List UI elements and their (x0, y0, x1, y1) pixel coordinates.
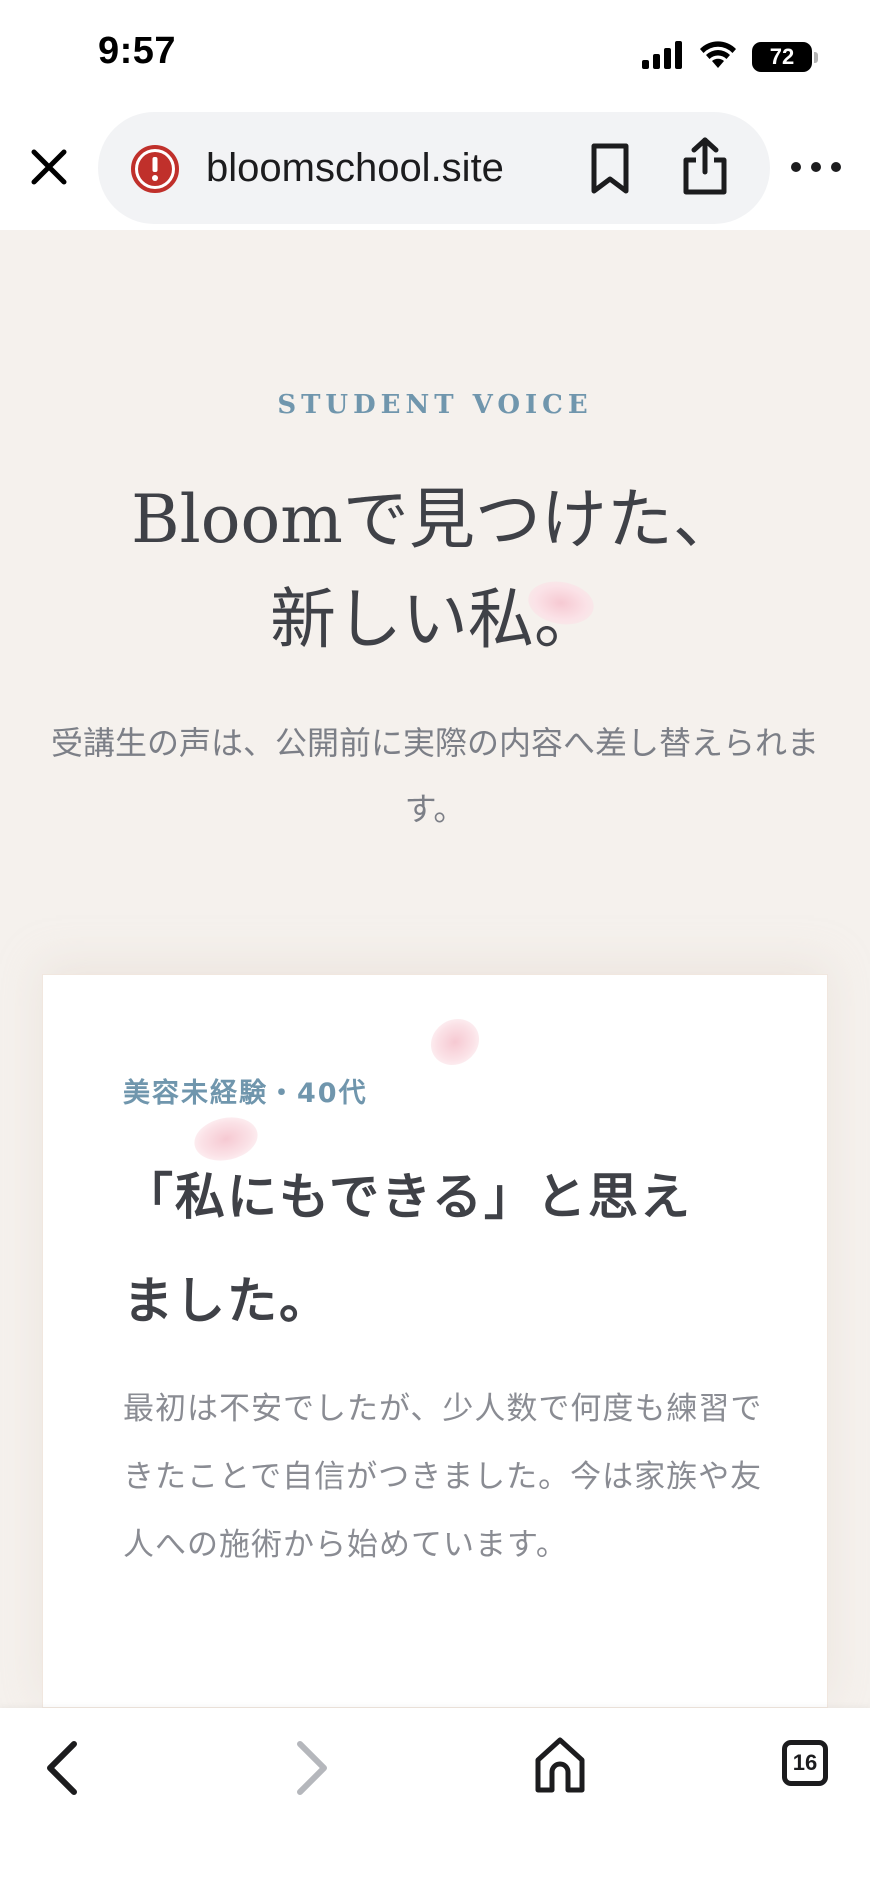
wifi-icon (698, 40, 738, 74)
testimonial-title-line1: 「私にもできる」と思え (123, 1167, 692, 1226)
cellular-signal-icon (642, 41, 684, 73)
close-button[interactable] (24, 142, 74, 192)
url-text: bloomschool.site (206, 146, 504, 190)
status-time: 9:57 (98, 30, 177, 72)
testimonial-body: 最初は不安でしたが、少人数で何度も練習できたことで自信がつきました。今は家族や友… (123, 1391, 763, 1563)
tabs-icon: 16 (782, 1740, 828, 1786)
share-button[interactable] (680, 136, 730, 196)
testimonial-label: 美容未経験・40代 (123, 1078, 368, 1109)
home-icon (535, 1737, 585, 1793)
forward-icon (297, 1741, 327, 1795)
web-page: STUDENT VOICE Bloomで見つけた、 新しい私。 受講生の声は、公… (0, 230, 870, 1708)
bottom-toolbar: 16 (0, 1708, 870, 1882)
testimonial-title-line2: ました。 (123, 1271, 331, 1330)
testimonial-card: 美容未経験・40代 「私にもできる」と思え ました。 最初は不安でしたが、少人数… (42, 974, 828, 1708)
forward-button[interactable] (286, 1732, 336, 1802)
back-button[interactable] (38, 1732, 88, 1802)
bookmark-button[interactable] (588, 142, 632, 196)
address-bar[interactable]: bloomschool.site (98, 112, 770, 224)
testimonial-title: 「私にもできる」と思え ました。 (123, 1145, 763, 1353)
alert-icon[interactable] (130, 144, 180, 194)
browser-toolbar: bloomschool.site (0, 110, 870, 230)
close-icon (31, 149, 67, 185)
section-title-line1: Bloomで見つけた、 (131, 481, 739, 558)
more-icon (791, 162, 841, 172)
status-bar: 9:57 72 (0, 0, 870, 110)
share-icon (683, 137, 727, 195)
tabs-count: 16 (792, 1750, 818, 1775)
more-button[interactable] (786, 152, 846, 182)
bookmark-icon (591, 143, 629, 194)
battery-icon: 72 (752, 42, 818, 72)
home-button[interactable] (532, 1732, 588, 1798)
back-icon (47, 1741, 77, 1795)
section-title: Bloomで見つけた、 新しい私。 (0, 470, 870, 670)
status-icons: 72 (642, 40, 818, 74)
section-eyebrow: STUDENT VOICE (277, 390, 593, 420)
battery-level: 72 (769, 44, 795, 69)
section-lead: 受講生の声は、公開前に実際の内容へ差し替えられます。 (50, 724, 819, 828)
tabs-button[interactable]: 16 (782, 1736, 832, 1792)
